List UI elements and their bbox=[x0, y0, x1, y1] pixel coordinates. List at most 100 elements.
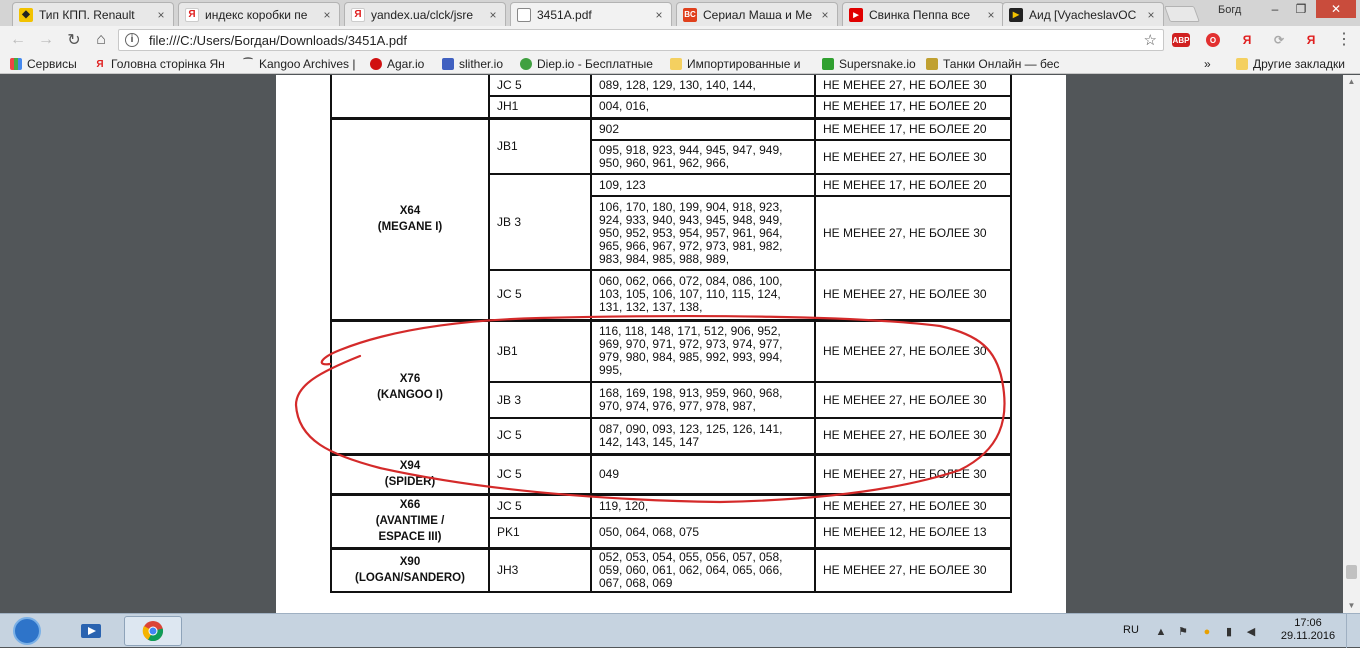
renault-logo-icon: ◆ bbox=[19, 7, 33, 22]
table-row: X76 (KANGOO I) JB1 116, 118, 148, 171, 512… bbox=[330, 318, 1012, 455]
bookmark-agar[interactable]: Agar.io bbox=[370, 56, 424, 72]
folder-icon bbox=[670, 58, 682, 70]
folder-icon bbox=[1236, 58, 1248, 70]
bookmark-apps[interactable]: Сервисы bbox=[10, 56, 77, 72]
volume-icon[interactable]: ◀ bbox=[1244, 626, 1258, 638]
show-desktop-button[interactable] bbox=[1346, 614, 1360, 648]
table-row: X64 (MEGANE I) JB1 902 НЕ МЕНЕЕ 17, НЕ БОЛЕ… bbox=[330, 116, 1012, 321]
close-icon[interactable]: × bbox=[985, 8, 997, 22]
tab-aid[interactable]: ▶ Аид [VyacheslavOC × bbox=[1002, 2, 1164, 26]
bookmark-diep[interactable]: Diep.io - Бесплатные bbox=[520, 56, 653, 72]
tab-renault[interactable]: ◆ Тип КПП. Renault × bbox=[12, 2, 174, 26]
gearbox-type-cell: JH3 bbox=[488, 546, 592, 593]
scrollbar-thumb[interactable] bbox=[1346, 565, 1357, 579]
bookmark-label: Импортированные и bbox=[687, 57, 801, 71]
tab-masha[interactable]: BC Сериал Маша и Ме × bbox=[676, 2, 838, 26]
info-icon[interactable]: i bbox=[125, 33, 139, 47]
yandex-icon: Я bbox=[185, 7, 199, 22]
bookmark-label: slither.io bbox=[459, 57, 504, 71]
tab-title: Сериал Маша и Ме bbox=[703, 7, 813, 22]
tank-icon bbox=[926, 58, 938, 70]
action-center-icon[interactable]: ⚑ bbox=[1176, 626, 1190, 638]
tab-title: индекс коробки пе bbox=[205, 7, 308, 22]
close-icon[interactable]: × bbox=[321, 8, 333, 22]
youtube-icon: ▶ bbox=[849, 7, 863, 22]
start-button[interactable] bbox=[2, 615, 52, 647]
restore-icon[interactable]: ❐ bbox=[1288, 0, 1314, 18]
value-range-cell: НЕ МЕНЕЕ 27, НЕ БОЛЕЕ 30 bbox=[814, 139, 1012, 175]
yandex-icon: Я bbox=[96, 58, 104, 70]
network-icon[interactable]: ▮ bbox=[1222, 626, 1236, 638]
gearbox-type-cell: JC 5 bbox=[488, 452, 592, 495]
bookmark-tanki[interactable]: Танки Онлайн — бес bbox=[926, 56, 1059, 72]
reload-icon[interactable]: ↻ bbox=[64, 30, 84, 50]
tab-title: Свинка Пеппа все bbox=[869, 7, 971, 22]
clock[interactable]: 17:06 29.11.2016 bbox=[1276, 617, 1340, 643]
home-icon[interactable]: ⌂ bbox=[91, 30, 111, 50]
profile-name[interactable]: Богд bbox=[1218, 4, 1241, 16]
address-url[interactable]: file:///C:/Users/Богдан/Downloads/3451A.… bbox=[149, 33, 407, 48]
taskbar-chrome[interactable] bbox=[124, 616, 182, 646]
browser-toolbar: ← → ↻ ⌂ i file:///C:/Users/Богдан/Downlo… bbox=[0, 26, 1360, 54]
slither-icon bbox=[442, 58, 454, 70]
opera-extension-icon[interactable]: O bbox=[1206, 33, 1220, 47]
bookmark-yandex-home[interactable]: Я Головна сторінка Ян bbox=[94, 56, 224, 72]
menu-icon[interactable]: ⋮ bbox=[1336, 32, 1352, 48]
new-tab-button[interactable] bbox=[1164, 6, 1200, 22]
scrollbar[interactable]: ▲ ▼ bbox=[1343, 75, 1360, 613]
agar-icon bbox=[370, 58, 382, 70]
play-icon: ▶ bbox=[1009, 7, 1023, 22]
model-cell: X76 (KANGOO I) bbox=[330, 318, 490, 455]
yandex-icon: Я bbox=[351, 7, 365, 22]
tab-yandex-search[interactable]: Я индекс коробки пе × bbox=[178, 2, 340, 26]
close-icon[interactable]: × bbox=[819, 8, 831, 22]
bookmark-star-icon[interactable]: ☆ bbox=[1144, 31, 1157, 49]
model-cell bbox=[330, 75, 490, 119]
minimize-icon[interactable]: – bbox=[1262, 0, 1288, 18]
scroll-down-icon[interactable]: ▼ bbox=[1343, 599, 1360, 613]
close-icon[interactable]: × bbox=[155, 8, 167, 22]
close-window-icon[interactable]: ✕ bbox=[1316, 0, 1356, 18]
bc-icon: BC bbox=[683, 7, 697, 22]
close-icon[interactable]: × bbox=[487, 8, 499, 22]
yandex-extension-icon[interactable]: Я bbox=[1302, 33, 1320, 47]
language-indicator[interactable]: RU bbox=[1123, 624, 1139, 636]
tab-pdf[interactable]: 3451A.pdf × bbox=[510, 2, 672, 26]
media-player-icon bbox=[81, 624, 101, 638]
tab-strip: ◆ Тип КПП. Renault × Я индекс коробки пе… bbox=[0, 0, 1360, 26]
index-list-cell: 052, 053, 054, 055, 056, 057, 058, 059, … bbox=[590, 546, 816, 593]
yandex-extension-icon[interactable]: Я bbox=[1238, 33, 1256, 47]
pdf-page: JC 5 089, 128, 129, 130, 140, 144, НЕ МЕНЕ… bbox=[276, 75, 1066, 613]
bookmark-label: Agar.io bbox=[387, 57, 425, 71]
close-icon[interactable]: × bbox=[653, 8, 665, 22]
app-tray-icon[interactable]: ● bbox=[1200, 626, 1214, 638]
index-list-cell: 902 bbox=[590, 116, 816, 141]
index-list-cell: 087, 090, 093, 123, 125, 126, 141, 142, … bbox=[590, 417, 816, 455]
forward-icon[interactable]: → bbox=[36, 30, 56, 50]
value-range-cell: НЕ МЕНЕЕ 17, НЕ БОЛЕЕ 20 bbox=[814, 116, 1012, 141]
address-bar[interactable]: i file:///C:/Users/Богдан/Downloads/3451… bbox=[118, 29, 1164, 51]
sync-extension-icon[interactable]: ⟳ bbox=[1270, 33, 1288, 47]
other-bookmarks[interactable]: Другие закладки bbox=[1236, 56, 1345, 72]
bookmark-kangoo[interactable]: ⁀ Kangoo Archives | bbox=[242, 56, 356, 72]
pdf-viewer[interactable]: JC 5 089, 128, 129, 130, 140, 144, НЕ МЕНЕ… bbox=[0, 75, 1360, 613]
bookmarks-overflow-button[interactable]: » bbox=[1204, 56, 1211, 72]
apps-grid-icon bbox=[10, 58, 22, 70]
tab-peppa[interactable]: ▶ Свинка Пеппа все × bbox=[842, 2, 1004, 26]
taskbar-media-player[interactable] bbox=[62, 616, 120, 646]
tab-title: Аид [VyacheslavOC bbox=[1029, 7, 1137, 22]
bookmark-imported[interactable]: Импортированные и bbox=[670, 56, 801, 72]
diep-icon bbox=[520, 58, 532, 70]
bookmark-supersnake[interactable]: Supersnake.io bbox=[822, 56, 916, 72]
close-icon[interactable]: × bbox=[1145, 8, 1157, 22]
value-range-cell: НЕ МЕНЕЕ 27, НЕ БОЛЕЕ 30 bbox=[814, 75, 1012, 97]
value-range-cell: НЕ МЕНЕЕ 27, НЕ БОЛЕЕ 30 bbox=[814, 381, 1012, 419]
scroll-up-icon[interactable]: ▲ bbox=[1343, 75, 1360, 89]
tab-yandex-clck[interactable]: Я yandex.ua/clck/jsre × bbox=[344, 2, 506, 26]
show-hidden-icons-icon[interactable]: ▲ bbox=[1154, 626, 1168, 638]
back-icon[interactable]: ← bbox=[8, 30, 28, 50]
chrome-icon bbox=[142, 621, 164, 642]
adblock-extension-icon[interactable]: АВР bbox=[1172, 33, 1190, 47]
bookmark-slither[interactable]: slither.io bbox=[442, 56, 503, 72]
index-list-cell: 049 bbox=[590, 452, 816, 495]
